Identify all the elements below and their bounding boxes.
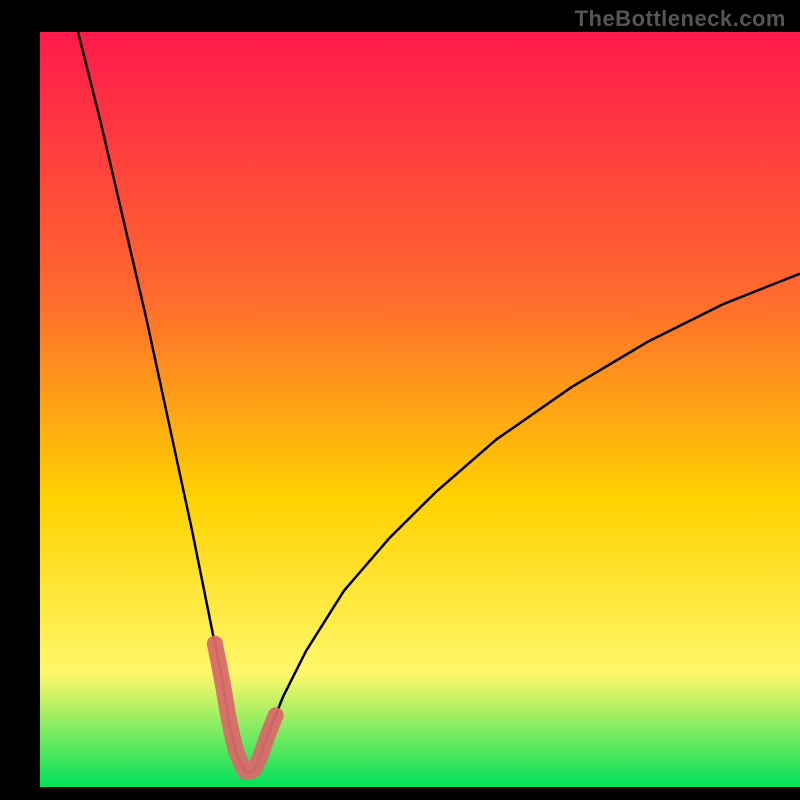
plot-background <box>40 32 800 787</box>
chart-frame: TheBottleneck.com <box>0 0 800 800</box>
watermark-text: TheBottleneck.com <box>575 6 786 32</box>
bottleneck-chart <box>0 0 800 800</box>
